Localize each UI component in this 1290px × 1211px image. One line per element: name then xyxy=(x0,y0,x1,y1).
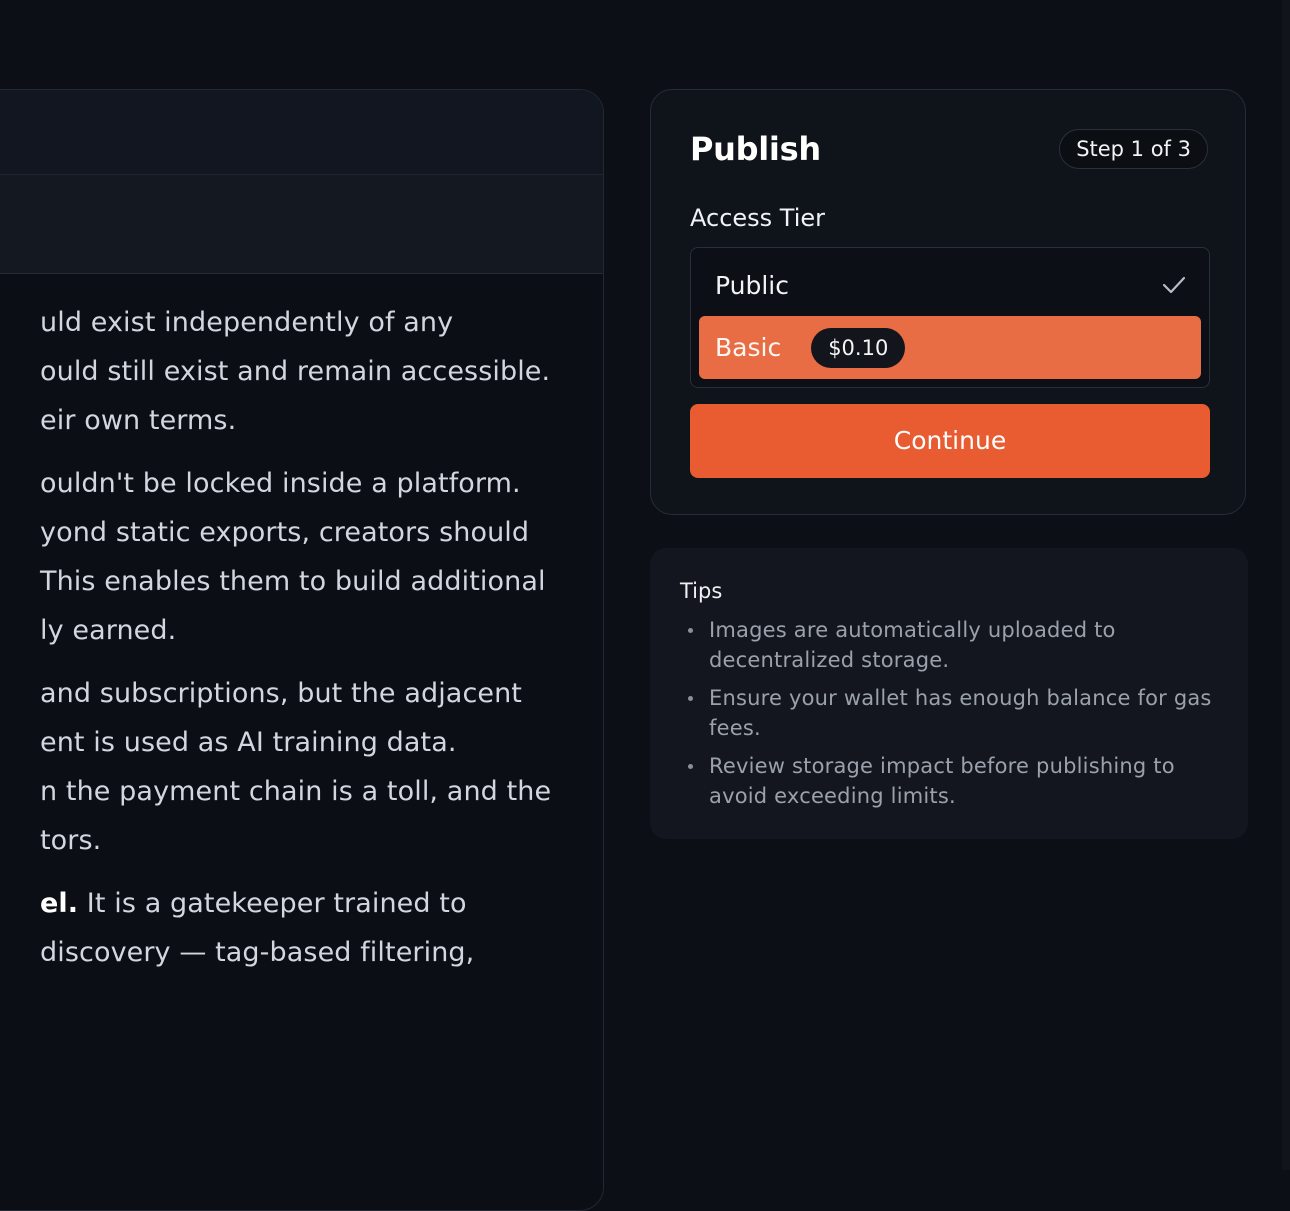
tier-option-public[interactable]: Public xyxy=(699,254,1201,317)
article-line: This enables them to build additional xyxy=(40,566,546,597)
tips-list: Images are automatically uploaded to dec… xyxy=(680,615,1220,819)
article-line: eir own terms. xyxy=(40,405,237,436)
publish-title: Publish xyxy=(690,130,821,168)
tier-option-label: Public xyxy=(715,271,789,300)
editor-toolbar xyxy=(0,175,603,274)
continue-button[interactable]: Continue xyxy=(690,404,1210,478)
list-item: Ensure your wallet has enough balance fo… xyxy=(680,683,1220,743)
article-line: ent is used as AI training data. xyxy=(40,727,457,758)
editor-header xyxy=(0,90,603,175)
access-tier-listbox: Public Basic $0.10 xyxy=(690,247,1210,388)
article-line: ouldn't be locked inside a platform. xyxy=(40,468,521,499)
article-line: ly earned. xyxy=(40,615,177,646)
article-paragraph: el. It is a gatekeeper trained to discov… xyxy=(40,879,640,977)
tips-card: Tips Images are automatically uploaded t… xyxy=(650,548,1248,839)
access-tier-label: Access Tier xyxy=(690,204,826,232)
article-paragraph: ouldn't be locked inside a platform. yon… xyxy=(40,459,640,655)
article-body: uld exist independently of any ould stil… xyxy=(40,298,640,991)
article-line: discovery — tag-based filtering, xyxy=(40,937,475,968)
article-line: uld exist independently of any xyxy=(40,307,454,338)
article-line: tors. xyxy=(40,825,102,856)
list-item: Images are automatically uploaded to dec… xyxy=(680,615,1220,675)
publish-card: Publish Step 1 of 3 Access Tier Public B… xyxy=(650,89,1246,515)
check-icon xyxy=(1163,276,1185,294)
tips-heading: Tips xyxy=(680,579,723,603)
step-badge: Step 1 of 3 xyxy=(1059,129,1208,169)
article-line: n the payment chain is a toll, and the xyxy=(40,776,552,807)
article-line: el. It is a gatekeeper trained to xyxy=(40,879,640,928)
article-bold-text: el. xyxy=(40,888,79,919)
article-line: yond static exports, creators should xyxy=(40,517,530,548)
article-line: ould still exist and remain accessible. xyxy=(40,356,551,387)
window-scrollbar[interactable] xyxy=(1282,0,1290,1170)
article-text: It is a gatekeeper trained to xyxy=(78,888,467,919)
article-paragraph: and subscriptions, but the adjacent ent … xyxy=(40,669,640,865)
list-item: Review storage impact before publishing … xyxy=(680,751,1220,811)
price-badge: $0.10 xyxy=(811,327,906,368)
article-paragraph: uld exist independently of any ould stil… xyxy=(40,298,640,445)
article-line: and subscriptions, but the adjacent xyxy=(40,678,522,709)
tier-option-label: Basic xyxy=(715,333,782,362)
tier-option-basic[interactable]: Basic $0.10 xyxy=(699,316,1201,379)
